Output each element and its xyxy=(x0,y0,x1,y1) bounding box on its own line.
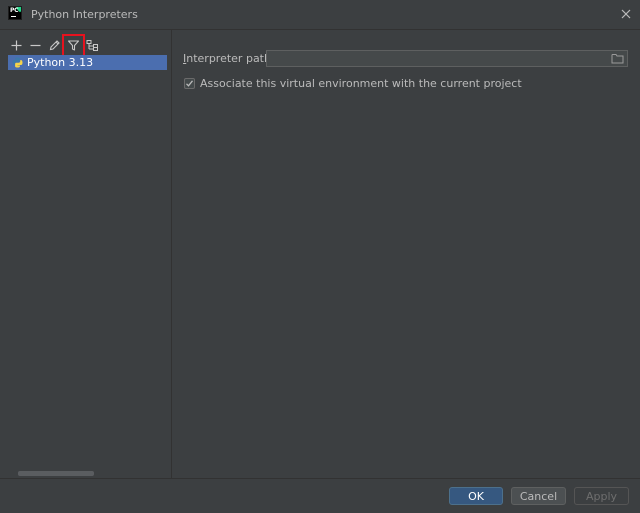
filter-interpreters-button[interactable] xyxy=(62,33,85,57)
interpreter-label: Python 3.13 xyxy=(27,56,94,69)
edit-icon xyxy=(49,39,60,50)
ok-button[interactable]: OK xyxy=(449,487,503,505)
add-interpreter-button[interactable] xyxy=(8,37,25,54)
list-toolbar xyxy=(8,33,103,57)
associate-venv-label: Associate this virtual environment with … xyxy=(200,77,522,90)
logo-bar xyxy=(11,16,16,17)
remove-interpreter-button[interactable] xyxy=(27,37,44,54)
edit-interpreter-button[interactable] xyxy=(46,37,63,54)
python-icon xyxy=(12,57,23,68)
associate-venv-checkbox[interactable] xyxy=(184,78,195,89)
interpreter-list-panel: Python 3.13 xyxy=(0,30,172,478)
apply-button[interactable]: Apply xyxy=(574,487,629,505)
close-icon xyxy=(621,9,631,19)
logo-text: PC xyxy=(10,7,19,14)
check-icon xyxy=(186,80,194,87)
show-paths-button[interactable] xyxy=(84,37,101,54)
interpreter-path-input[interactable] xyxy=(266,50,628,67)
python-interpreters-dialog: PC Python Interpreters Python 3.13 Inter… xyxy=(0,0,640,513)
close-button[interactable] xyxy=(618,6,634,22)
interpreter-details-panel: Interpreter path: Associate this virtual… xyxy=(172,30,640,478)
horizontal-scrollbar[interactable] xyxy=(18,471,94,476)
list-edge xyxy=(167,55,170,70)
pycharm-logo-icon: PC xyxy=(8,6,22,20)
cancel-button[interactable]: Cancel xyxy=(511,487,566,505)
interpreter-item[interactable]: Python 3.13 xyxy=(8,55,170,70)
add-icon xyxy=(11,40,22,50)
filter-icon xyxy=(67,39,80,51)
associate-venv-checkbox-row[interactable]: Associate this virtual environment with … xyxy=(184,77,522,90)
dialog-button-bar: OK Cancel Apply xyxy=(0,478,640,513)
window-title: Python Interpreters xyxy=(31,8,138,21)
remove-icon xyxy=(30,44,41,46)
label-rest: nterpreter path: xyxy=(186,52,275,65)
browse-folder-button[interactable] xyxy=(609,51,625,66)
show-paths-icon xyxy=(86,39,98,51)
title-bar: PC Python Interpreters xyxy=(0,0,640,30)
interpreter-list: Python 3.13 xyxy=(8,55,170,70)
interpreter-path-label: Interpreter path: xyxy=(183,52,275,65)
folder-icon xyxy=(611,54,623,64)
